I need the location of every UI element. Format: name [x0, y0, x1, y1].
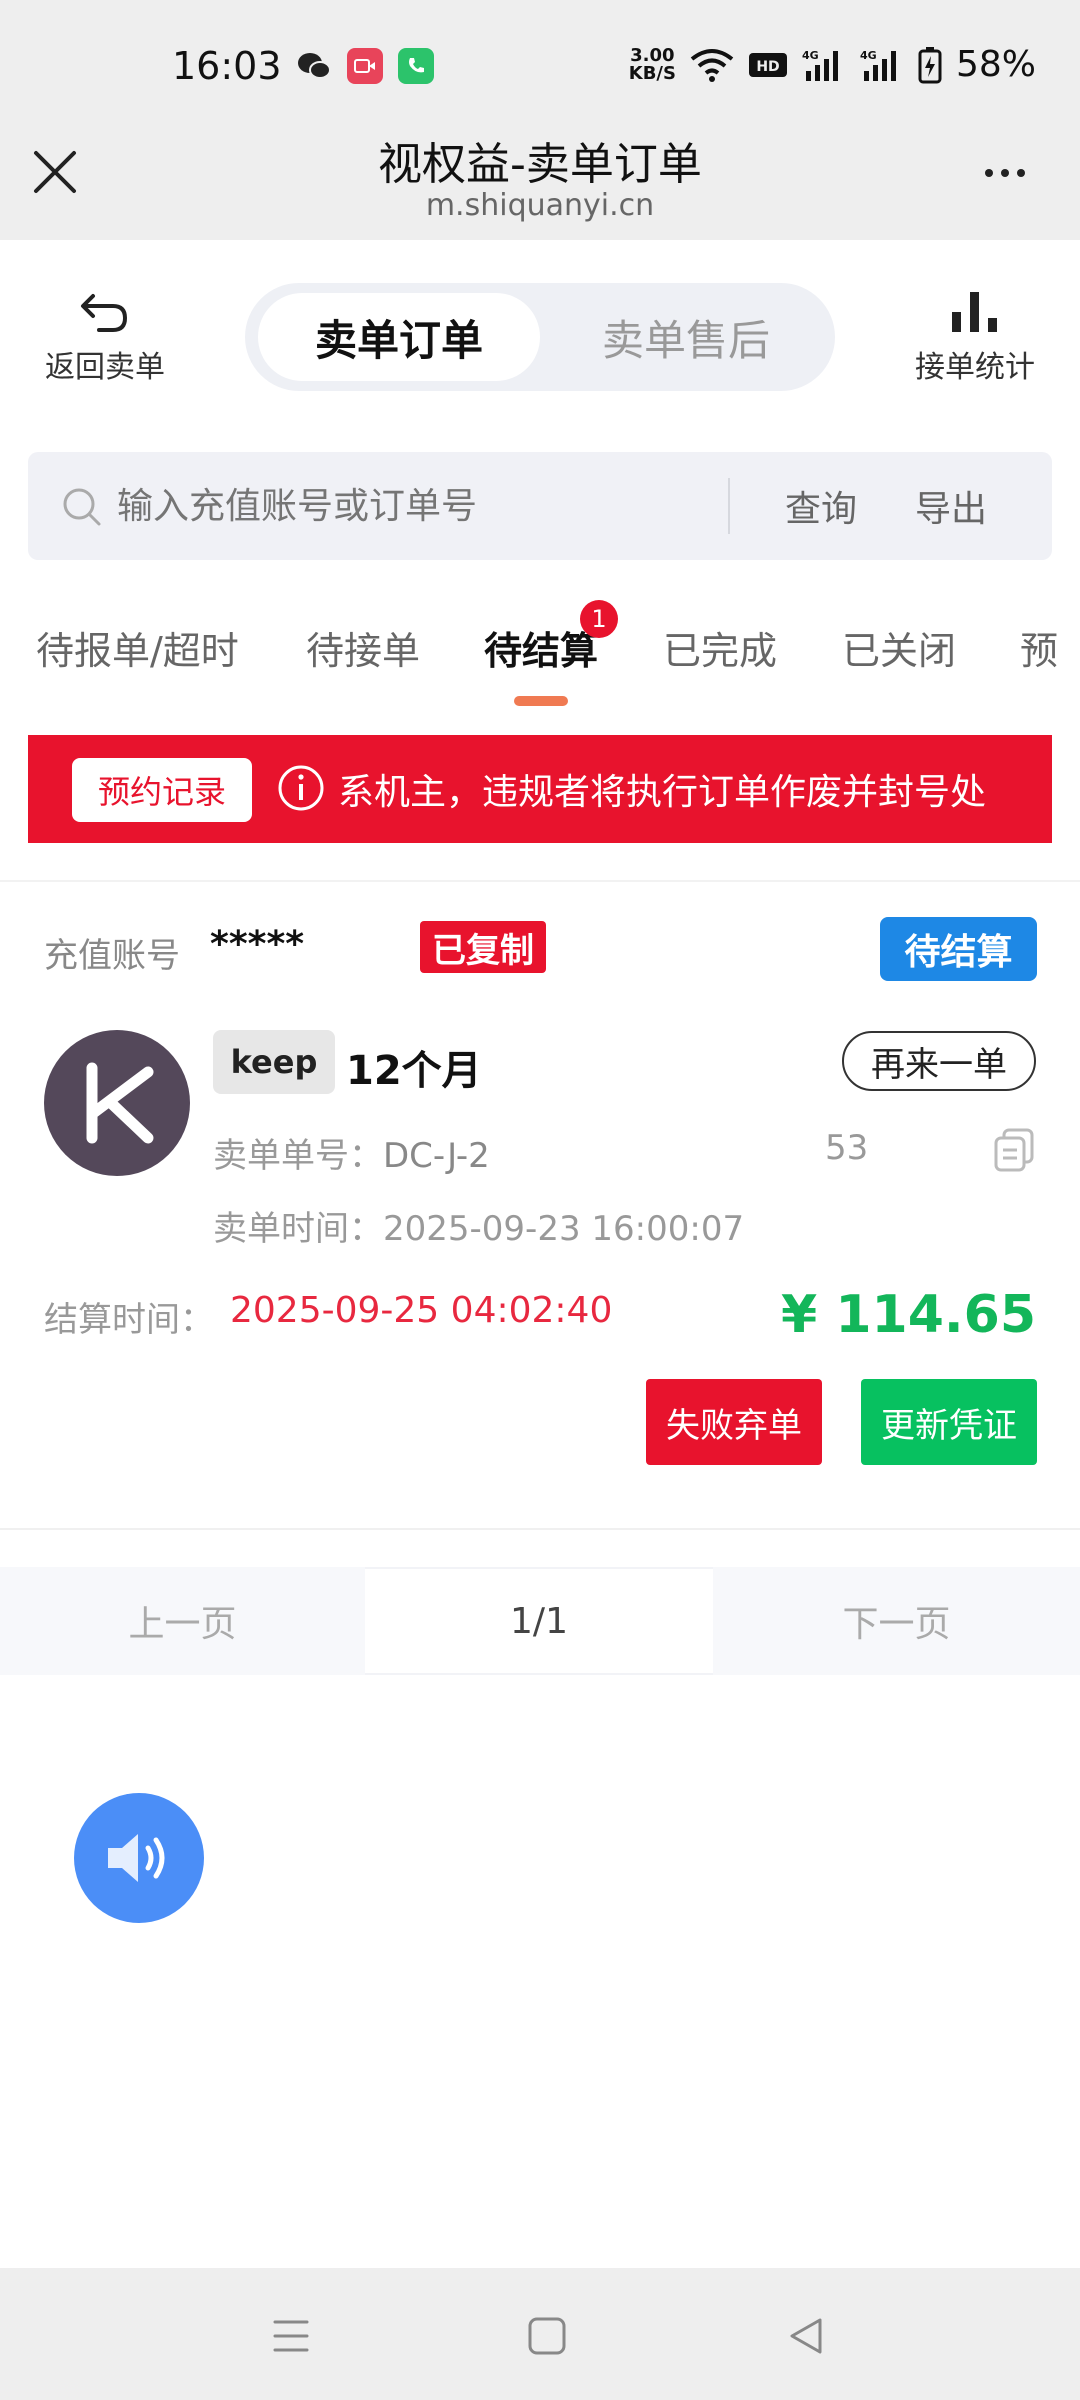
settle-time-label: 结算时间： — [44, 1300, 214, 1340]
search-input[interactable] — [115, 475, 719, 537]
keep-k-icon — [86, 1062, 154, 1144]
signal-4g-icon: 4G — [860, 49, 896, 81]
back-to-sell-label: 返回卖单 — [45, 350, 165, 385]
segment-sell-orders[interactable]: 卖单订单 — [258, 293, 540, 381]
product-name: 12个月 — [346, 1048, 482, 1094]
status-right-group: 3.00 KB/S HD 4G 4G 58% — [629, 44, 1036, 85]
more-dots-icon — [985, 169, 993, 177]
order-amount: ¥ 114.65 — [781, 1285, 1036, 1345]
network-speed: 3.00 KB/S — [628, 44, 676, 84]
account-value: ***** — [210, 924, 305, 965]
query-button[interactable]: 查询 — [785, 480, 857, 532]
wifi-icon — [690, 48, 734, 82]
account-label: 充值账号 — [44, 936, 180, 976]
active-tab-indicator — [514, 696, 568, 706]
next-page-button[interactable]: 下一页 — [713, 1567, 1080, 1675]
sell-time-value: 2025-09-23 16:00:07 — [383, 1209, 745, 1249]
reorder-button[interactable]: 再来一单 — [842, 1031, 1036, 1091]
video-call-icon — [347, 48, 383, 84]
page-indicator: 1/1 — [510, 1600, 568, 1642]
order-stats-button[interactable]: 接单统计 — [895, 290, 1055, 386]
keep-logo — [44, 1030, 190, 1176]
order-number-row: 卖单单号：DC-J-2 — [213, 1128, 490, 1177]
tab-pending-report[interactable]: 待报单/超时 — [36, 620, 239, 675]
home-icon[interactable] — [527, 2316, 567, 2356]
export-button[interactable]: 导出 — [915, 480, 987, 532]
tab-pending-settle[interactable]: 待结算 — [484, 620, 598, 675]
phone-icon — [398, 48, 434, 84]
brand-chip: keep — [213, 1030, 335, 1094]
voice-button[interactable] — [74, 1793, 204, 1923]
status-badge: 待结算 — [880, 917, 1037, 981]
wechat-icon — [296, 48, 332, 84]
battery-percent: 58% — [955, 44, 1036, 85]
order-stats-label: 接单统计 — [915, 350, 1035, 385]
tab-reserved[interactable]: 预 — [1020, 620, 1080, 675]
divider — [0, 1528, 1080, 1530]
battery-charging-icon — [918, 46, 942, 83]
svg-text:4G: 4G — [802, 49, 819, 62]
order-number-value: DC-J-2 — [383, 1136, 490, 1176]
page-url: m.shiquanyi.cn — [425, 188, 655, 223]
hd-icon: HD — [748, 52, 787, 77]
info-icon — [278, 765, 324, 811]
bar-chart-icon — [952, 292, 997, 332]
menu-icon[interactable] — [271, 2316, 311, 2356]
svg-text:HD: HD — [756, 59, 779, 75]
fail-abandon-button[interactable]: 失败弃单 — [646, 1379, 822, 1465]
svg-text:4G: 4G — [860, 49, 877, 62]
sell-time-label: 卖单时间： — [213, 1209, 383, 1249]
reservation-record-button[interactable]: 预约记录 — [72, 758, 252, 822]
search-icon — [63, 488, 101, 526]
status-time: 16:03 — [172, 44, 282, 88]
signal-4g-icon: 4G — [802, 49, 838, 81]
tab-completed[interactable]: 已完成 — [663, 620, 777, 675]
tab-closed[interactable]: 已关闭 — [842, 620, 956, 675]
more-options-button[interactable] — [975, 158, 1035, 188]
tab-badge: 1 — [580, 600, 618, 638]
notice-text: 系机主，违规者将执行订单作废并封号处 — [338, 772, 987, 813]
back-to-sell-button[interactable]: 返回卖单 — [30, 290, 180, 386]
segment-after-sales[interactable]: 卖单售后 — [545, 293, 827, 381]
settle-time-value: 2025-09-25 04:02:40 — [230, 1290, 613, 1331]
undo-arrow-icon — [81, 294, 128, 332]
order-number-label: 卖单单号： — [213, 1136, 383, 1176]
order-number-suffix: 53 — [825, 1128, 869, 1168]
page-title: 视权益-卖单订单 — [378, 139, 702, 190]
search-divider — [728, 478, 730, 534]
update-proof-button[interactable]: 更新凭证 — [861, 1379, 1037, 1465]
divider — [0, 880, 1080, 882]
speaker-icon — [108, 1834, 165, 1882]
sell-time-row: 卖单时间：2025-09-23 16:00:07 — [213, 1201, 744, 1250]
prev-page-button[interactable]: 上一页 — [0, 1567, 365, 1675]
tab-pending-accept[interactable]: 待接单 — [306, 620, 420, 675]
copy-icon[interactable] — [993, 1128, 1035, 1172]
copied-tag: 已复制 — [420, 921, 546, 973]
back-icon[interactable] — [786, 2316, 826, 2356]
